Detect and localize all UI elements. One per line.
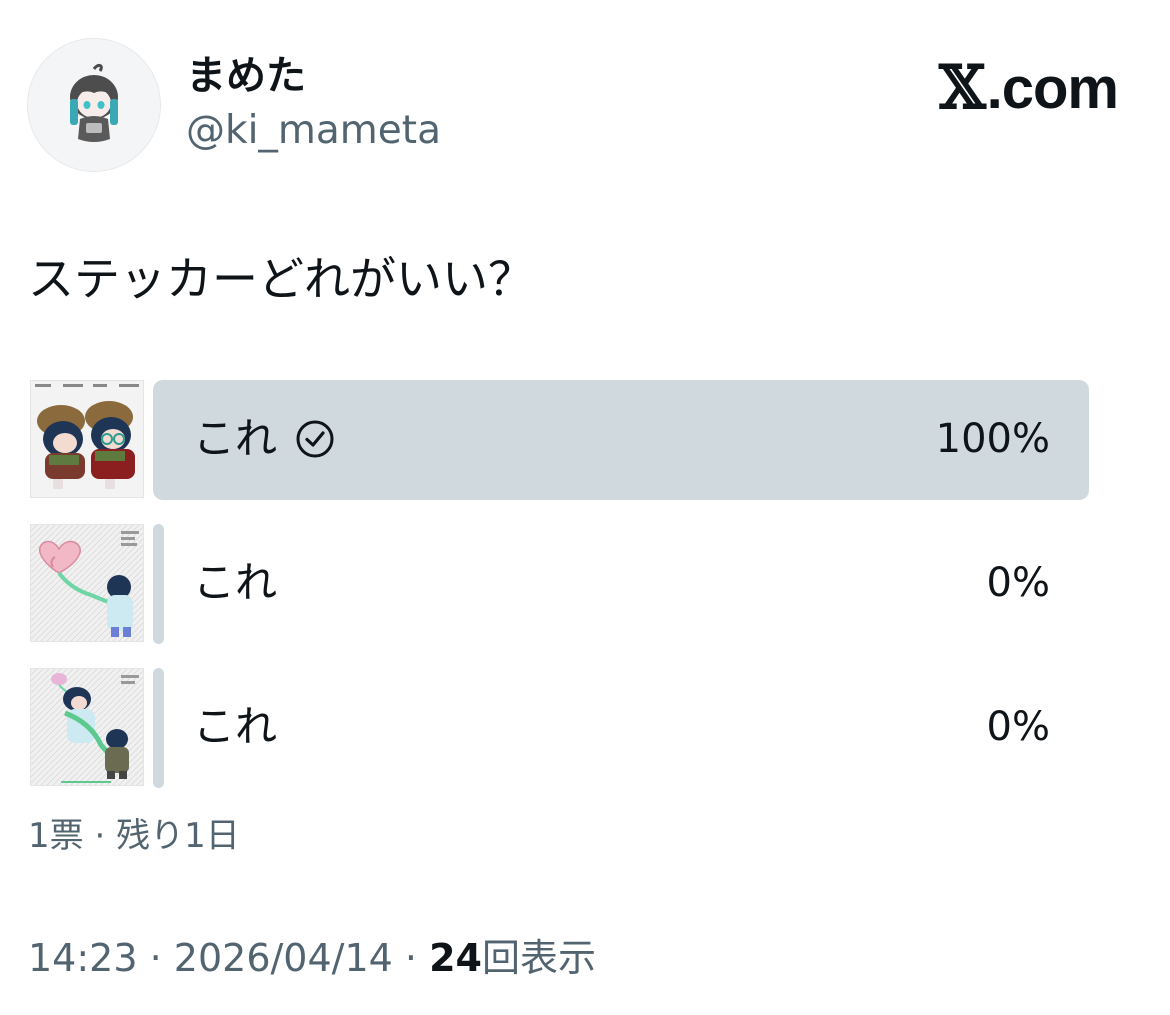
option-2-label-wrap: これ bbox=[193, 552, 277, 614]
tweet-date[interactable]: 2026/04/14 bbox=[174, 936, 393, 980]
tweet-time[interactable]: 14:23 bbox=[28, 936, 138, 980]
poll-option-1[interactable]: これ 100% bbox=[30, 380, 1090, 500]
views-count[interactable]: 24 bbox=[429, 936, 482, 980]
poll-option-3[interactable]: これ 0% bbox=[30, 668, 1090, 788]
poll-separator: · bbox=[94, 816, 106, 856]
poll-bar-2 bbox=[153, 524, 164, 644]
check-circle-icon bbox=[296, 420, 334, 458]
tweet-footer: 14:23 · 2026/04/14 · 24回表示 bbox=[28, 930, 596, 986]
option-3-label-wrap: これ bbox=[193, 696, 277, 758]
option-1-label: これ bbox=[193, 414, 278, 463]
author-handle[interactable]: @ki_mameta bbox=[186, 106, 441, 156]
poll-meta: 1票 · 残り1日 bbox=[28, 812, 240, 860]
option-3-thumbnail[interactable] bbox=[30, 668, 144, 786]
option-3-label: これ bbox=[193, 702, 278, 751]
avatar-illustration bbox=[28, 39, 160, 171]
tweet-text: ステッカーどれがいい？ bbox=[28, 252, 534, 306]
x-glyph: 𝕏 bbox=[939, 53, 986, 123]
brand-domain: .com bbox=[986, 55, 1119, 121]
option-1-thumbnail[interactable] bbox=[30, 380, 144, 498]
option-1-percent: 100% bbox=[935, 416, 1050, 462]
option-3-percent: 0% bbox=[986, 704, 1050, 750]
author-display-name[interactable]: まめた bbox=[186, 50, 306, 102]
poll-remaining: 残り1日 bbox=[116, 816, 240, 856]
poll-option-2[interactable]: これ 0% bbox=[30, 524, 1090, 644]
option-1-label-wrap: これ bbox=[193, 408, 335, 470]
views-label[interactable]: 回表示 bbox=[482, 936, 596, 980]
footer-separator-2: · bbox=[404, 936, 418, 980]
option-2-thumbnail[interactable] bbox=[30, 524, 144, 642]
option-2-percent: 0% bbox=[986, 560, 1050, 606]
footer-separator-1: · bbox=[149, 936, 162, 980]
option-2-label: これ bbox=[193, 558, 278, 607]
poll-votes: 1票 bbox=[28, 816, 84, 856]
x-logo: 𝕏 .com bbox=[939, 53, 1119, 123]
poll-bar-3 bbox=[153, 668, 164, 788]
avatar[interactable] bbox=[27, 38, 161, 172]
